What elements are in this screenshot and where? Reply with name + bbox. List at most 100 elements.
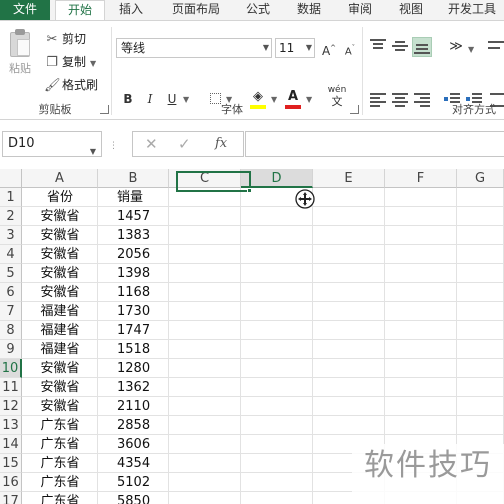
cell-province[interactable]: 福建省 [23,340,97,359]
decrease-font-size-button[interactable]: Aˇ [342,38,358,58]
cell-province[interactable]: 广东省 [23,473,97,492]
tab-developer[interactable]: 开发工具 [440,0,504,20]
cell-sales[interactable]: 1457 [98,207,168,226]
row-header[interactable]: 14 [0,435,22,454]
column-header-b[interactable]: B [98,169,169,188]
cell-sales[interactable]: 1730 [98,302,168,321]
cell-province[interactable]: 安徽省 [23,245,97,264]
column-header-e[interactable]: E [313,169,385,188]
header-cell-sales[interactable]: 销量 [98,188,168,207]
cell-sales[interactable]: 1383 [98,226,168,245]
header-cell-province[interactable]: 省份 [23,188,97,207]
cell-sales[interactable]: 5102 [98,473,168,492]
scissors-icon: ✂ [46,32,58,47]
cell-province[interactable]: 安徽省 [23,283,97,302]
bottom-align-button[interactable] [412,37,432,57]
group-divider [362,27,363,115]
cell-province[interactable]: 安徽省 [23,359,97,378]
insert-function-button[interactable]: fx [215,136,227,151]
cell-province[interactable]: 广东省 [23,454,97,473]
cell-sales[interactable]: 1518 [98,340,168,359]
row-header[interactable]: 2 [0,207,22,226]
font-size-combobox[interactable]: 11 ▼ [275,38,315,58]
row-header[interactable]: 3 [0,226,22,245]
cell-sales[interactable]: 1747 [98,321,168,340]
tab-home[interactable]: 开始 [55,0,105,20]
tab-data[interactable]: 数据 [287,0,331,20]
column-header-g[interactable]: G [457,169,504,188]
row-header[interactable]: 11 [0,378,22,397]
cancel-icon[interactable]: ✕ [145,135,158,153]
cell-sales[interactable]: 2110 [98,397,168,416]
fill-handle[interactable] [247,188,252,193]
row-header[interactable]: 7 [0,302,22,321]
column-header-f[interactable]: F [385,169,457,188]
cell-province[interactable]: 安徽省 [23,207,97,226]
row-header[interactable]: 6 [0,283,22,302]
cell-province[interactable]: 广东省 [23,435,97,454]
chevron-down-icon: ▼ [89,147,96,156]
chevron-down-icon[interactable]: ▼ [468,45,474,54]
select-all-corner[interactable] [0,169,22,188]
font-name-combobox[interactable]: 等线 ▼ [116,38,272,58]
cell-sales[interactable]: 2858 [98,416,168,435]
cell-province[interactable]: 安徽省 [23,378,97,397]
cell-sales[interactable]: 4354 [98,454,168,473]
top-align-button[interactable] [370,39,386,53]
enter-icon[interactable]: ✓ [178,135,191,153]
cell-sales[interactable]: 1398 [98,264,168,283]
column-header-d[interactable]: D [241,169,313,188]
format-painter-button[interactable]: 🖌格式刷 [44,76,98,94]
tab-page-layout[interactable]: 页面布局 [162,0,230,20]
wrap-text-button[interactable] [488,39,504,53]
align-right-button[interactable] [414,93,430,107]
row-header[interactable]: 13 [0,416,22,435]
chevron-down-icon[interactable]: ▼ [90,59,96,68]
tab-formulas[interactable]: 公式 [236,0,280,20]
tab-review[interactable]: 审阅 [338,0,382,20]
clipboard-dialog-launcher-icon[interactable] [100,105,109,114]
formula-input[interactable] [245,131,504,157]
orientation-button[interactable]: ≫ [445,37,467,57]
cell-sales[interactable]: 2056 [98,245,168,264]
cell-province[interactable]: 安徽省 [23,397,97,416]
resize-handle-icon[interactable]: ⋮ [109,141,121,151]
cell-sales[interactable]: 1362 [98,378,168,397]
row-header[interactable]: 12 [0,397,22,416]
align-left-button[interactable] [370,93,386,107]
font-dialog-launcher-icon[interactable] [350,105,359,114]
active-cell-outline[interactable] [176,171,251,192]
row-header[interactable]: 5 [0,264,22,283]
increase-font-size-button[interactable]: A^ [320,38,338,58]
cell-sales[interactable]: 5850 [98,492,168,504]
row-header[interactable]: 10 [0,359,22,378]
row-header[interactable]: 1 [0,188,22,207]
cell-province[interactable]: 福建省 [23,321,97,340]
row-header[interactable]: 15 [0,454,22,473]
cell-province[interactable]: 广东省 [23,492,97,504]
row-header[interactable]: 8 [0,321,22,340]
cell-sales[interactable]: 3606 [98,435,168,454]
row-header[interactable]: 9 [0,340,22,359]
row-header[interactable]: 4 [0,245,22,264]
name-box[interactable]: D10 ▼ [2,131,102,157]
chevron-down-icon: ▼ [262,43,269,52]
tab-insert[interactable]: 插入 [108,0,154,20]
row-header[interactable]: 17 [0,492,22,504]
column-header-a[interactable]: A [22,169,98,188]
copy-button[interactable]: ❐ 复制 ▼ [44,53,96,71]
cell-province[interactable]: 安徽省 [23,264,97,283]
tab-file[interactable]: 文件 [0,0,50,20]
name-box-value: D10 [8,136,35,151]
tab-view[interactable]: 视图 [389,0,433,20]
middle-align-button[interactable] [392,39,408,53]
cut-button[interactable]: ✂ 剪切 [44,30,86,48]
row-header[interactable]: 16 [0,473,22,492]
cell-sales[interactable]: 1280 [98,359,168,378]
cell-province[interactable]: 福建省 [23,302,97,321]
paste-button[interactable]: 粘贴 [4,27,36,85]
cell-province[interactable]: 广东省 [23,416,97,435]
align-center-button[interactable] [392,93,408,107]
cell-sales[interactable]: 1168 [98,283,168,302]
cell-province[interactable]: 安徽省 [23,226,97,245]
